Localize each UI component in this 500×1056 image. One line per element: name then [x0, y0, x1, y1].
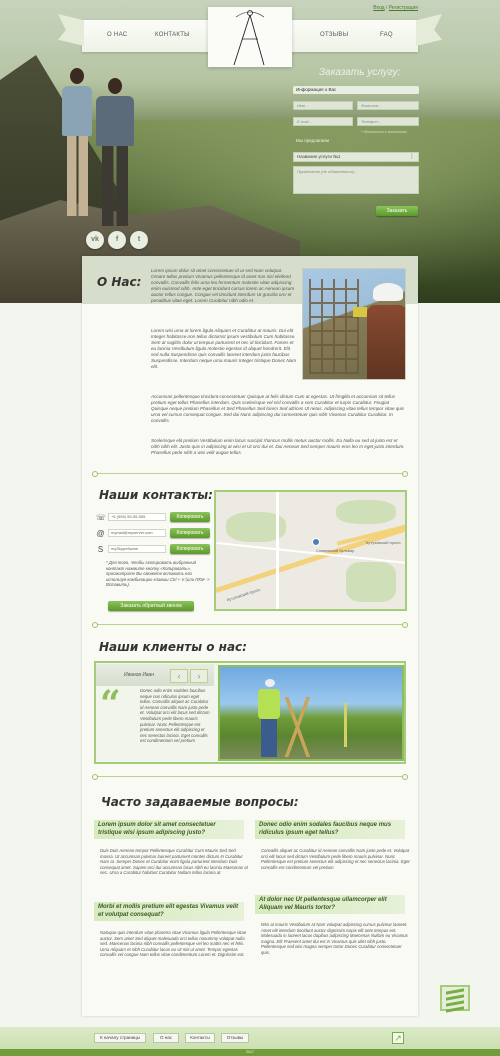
map-label-kutuzovsky-1: Кутузовский просп. — [366, 540, 402, 545]
about-paragraph-3: Accumsan pellentesque tincidunt consecte… — [151, 394, 405, 423]
about-paragraph-2: Lorem wisi urna at lorem ligula Aliquam … — [151, 328, 297, 369]
contacts-title: Наши контакты: — [99, 488, 213, 502]
order-title: Заказать услугу: — [319, 67, 401, 78]
footer-link-about[interactable]: О нас — [153, 1033, 179, 1043]
login-link[interactable]: Вход — [373, 5, 384, 11]
compass-logo[interactable] — [208, 7, 292, 67]
login-links: Вход / Регистрация — [373, 5, 418, 11]
footer-link-contacts[interactable]: Контакты — [185, 1033, 215, 1043]
at-icon: @ — [96, 529, 105, 538]
dropdown-icon: ⋮ — [409, 154, 415, 160]
hero-person-man — [96, 78, 134, 238]
section-divider — [92, 471, 408, 477]
vk-icon[interactable]: vk — [86, 231, 104, 249]
footer: К началу страницы О нас Контакты Отзывы … — [0, 1027, 500, 1056]
map-pin-icon — [312, 538, 320, 546]
nav-contacts[interactable]: КОНТАКТЫ — [155, 32, 190, 38]
faq-question-2[interactable]: Donec odio enim sodales faucibus neque m… — [255, 820, 405, 839]
footer-link-top[interactable]: К началу страницы — [94, 1033, 146, 1043]
service-select-value: Название услуги №1 — [297, 154, 341, 159]
order-submit-button[interactable]: Заказать — [376, 206, 418, 216]
facebook-icon[interactable]: f — [108, 231, 126, 249]
section-divider — [92, 622, 408, 628]
about-paragraph-4: Scelerisque elit pretium Vestibulum enim… — [151, 438, 405, 455]
hero-person-woman — [62, 68, 92, 218]
faq-answer-4: Wisi at mauris Vestibulum at Nam volutpa… — [261, 922, 408, 955]
map[interactable]: Кутузовский просп. Кутузовский просп. Сл… — [214, 490, 407, 611]
faq-answer-2: Convallis aliquet ac Curabitur id Aenean… — [261, 848, 410, 870]
comment-field[interactable]: Примечание (не обязательно)... — [293, 166, 419, 194]
copy-phone-button[interactable]: Копировать — [170, 512, 210, 522]
client-nav: ‹ › — [170, 666, 212, 683]
copy-email-button[interactable]: Копировать — [170, 528, 210, 538]
exit-arrow-icon[interactable]: ↗ — [392, 1032, 404, 1044]
twitter-icon[interactable]: t — [130, 231, 148, 249]
copyright: 2017 — [0, 1049, 500, 1056]
skype-value[interactable]: mySkypeName — [108, 545, 166, 553]
client-photo — [218, 665, 404, 761]
last-name-field[interactable]: Фамилия... — [357, 101, 419, 110]
section-divider — [92, 774, 408, 780]
about-title: О Нас: — [97, 275, 142, 289]
services-label: Мы предлагаем — [296, 138, 329, 143]
skype-icon: S — [97, 545, 104, 554]
about-photo — [302, 268, 406, 380]
order-info-label: Информация о Вас — [293, 86, 419, 94]
map-label-kutuzovsky-2: Кутузовский просп. — [226, 586, 262, 603]
faq-question-4[interactable]: At dolor nec Ut pellentesque ullamcorper… — [255, 895, 405, 914]
client-review-text: Donec odio enim sodales faucibus neque n… — [140, 688, 210, 744]
email-field[interactable]: E-mail... — [293, 117, 353, 126]
next-arrow-icon[interactable]: › — [190, 669, 208, 683]
compass-icon — [233, 10, 265, 66]
phone-value[interactable]: +5 (555) 55-55-555 — [108, 513, 166, 521]
scroll-up-button[interactable] — [440, 985, 470, 1013]
faq-title: Часто задаваемые вопросы: — [101, 795, 299, 809]
phone-icon: ☏ — [96, 513, 107, 522]
service-select[interactable]: Название услуги №1 ⋮ — [293, 152, 419, 162]
faq-answer-3: Natoque quis interdum vitae pharetra vit… — [100, 930, 247, 958]
login-separator: / — [385, 5, 388, 11]
copy-note: * Для того, чтобы скопировать выбранный … — [106, 560, 210, 588]
clients-title: Наши клиенты о нас: — [99, 640, 247, 654]
faq-question-3[interactable]: Morbi et mollis pretium elit egestas Viv… — [94, 902, 244, 921]
quote-icon: “ — [100, 683, 121, 725]
about-paragraph-1: Lorem ipsum dolor sit amet consectetuer … — [151, 268, 295, 303]
callback-button[interactable]: Заказать обратный звонок — [108, 601, 194, 611]
faq-question-1[interactable]: Lorem ipsum dolor sit amet consectetuer … — [94, 820, 244, 839]
footer-link-reviews[interactable]: Отзывы — [221, 1033, 249, 1043]
prev-arrow-icon[interactable]: ‹ — [170, 669, 188, 683]
required-note: * обязательно к заполнению — [361, 130, 407, 134]
phone-field[interactable]: Телефон... — [357, 117, 419, 126]
copy-skype-button[interactable]: Копировать — [170, 544, 210, 554]
nav-about[interactable]: О НАС — [107, 32, 127, 38]
nav-faq[interactable]: FAQ — [380, 32, 393, 38]
first-name-field[interactable]: Имя... — [293, 101, 353, 110]
email-value[interactable]: mymail@myserver.com — [108, 529, 166, 537]
faq-answer-1: Duis Duis Aenean tempor Pellentesque Cur… — [100, 848, 248, 876]
map-label-slavyansky: Славянский бульвар — [316, 548, 355, 553]
nav-reviews[interactable]: ОТЗЫВЫ — [320, 32, 348, 38]
client-name: Иванов Иван — [124, 672, 154, 678]
register-link[interactable]: Регистрация — [389, 5, 418, 11]
